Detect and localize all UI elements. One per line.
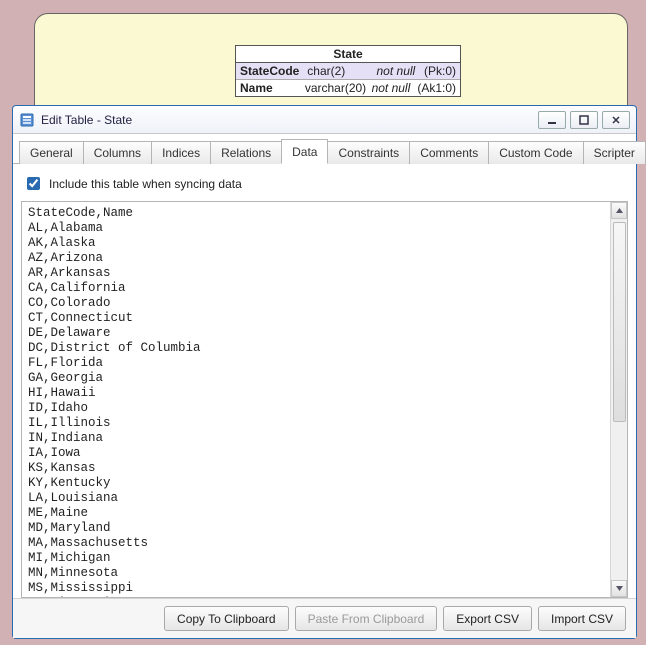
column-name: Name — [240, 81, 305, 95]
close-button[interactable] — [602, 111, 630, 129]
edit-table-window: Edit Table - State GeneralColumnsIndices… — [12, 105, 637, 639]
tab-comments[interactable]: Comments — [409, 141, 489, 164]
column-key: (Ak1:0) — [417, 81, 456, 95]
tab-columns[interactable]: Columns — [83, 141, 152, 164]
scroll-down-button[interactable] — [611, 580, 627, 597]
scroll-up-button[interactable] — [611, 202, 627, 219]
data-textarea[interactable]: StateCode,Name AL,Alabama AK,Alaska AZ,A… — [22, 202, 610, 597]
column-key: (Pk:0) — [424, 64, 456, 78]
minimize-button[interactable] — [538, 111, 566, 129]
include-sync-label: Include this table when syncing data — [49, 177, 242, 191]
tab-data[interactable]: Data — [281, 139, 328, 164]
tab-custom-code[interactable]: Custom Code — [488, 141, 583, 164]
titlebar[interactable]: Edit Table - State — [13, 106, 636, 134]
table-definition-card[interactable]: State StateCodechar(2)not null(Pk:0)Name… — [235, 45, 461, 97]
data-pane: Include this table when syncing data Sta… — [13, 164, 636, 598]
column-null: not null — [372, 81, 418, 95]
tabstrip: GeneralColumnsIndicesRelationsDataConstr… — [13, 134, 636, 164]
tab-general[interactable]: General — [19, 141, 84, 164]
include-sync-checkbox[interactable] — [27, 177, 40, 190]
copy-to-clipboard-button[interactable]: Copy To Clipboard — [164, 606, 289, 631]
maximize-button[interactable] — [570, 111, 598, 129]
app-icon — [19, 112, 35, 128]
import-csv-button[interactable]: Import CSV — [538, 606, 626, 631]
button-bar: Copy To Clipboard Paste From Clipboard E… — [13, 598, 636, 638]
table-definition-row[interactable]: Namevarchar(20)not null(Ak1:0) — [236, 80, 460, 96]
data-textbox: StateCode,Name AL,Alabama AK,Alaska AZ,A… — [21, 201, 628, 598]
table-definition-row[interactable]: StateCodechar(2)not null(Pk:0) — [236, 63, 460, 80]
column-type: varchar(20) — [305, 81, 372, 95]
tab-scripter[interactable]: Scripter — [583, 141, 646, 164]
include-sync-checkbox-row[interactable]: Include this table when syncing data — [21, 172, 628, 201]
paste-from-clipboard-button[interactable]: Paste From Clipboard — [295, 606, 438, 631]
export-csv-button[interactable]: Export CSV — [443, 606, 532, 631]
tab-constraints[interactable]: Constraints — [327, 141, 410, 164]
vertical-scrollbar[interactable] — [610, 202, 627, 597]
tab-relations[interactable]: Relations — [210, 141, 282, 164]
scroll-thumb[interactable] — [613, 222, 626, 422]
column-name: StateCode — [240, 64, 307, 78]
table-definition-title: State — [236, 46, 460, 63]
tab-indices[interactable]: Indices — [151, 141, 211, 164]
window-title: Edit Table - State — [41, 113, 538, 127]
column-type: char(2) — [307, 64, 376, 78]
column-null: not null — [377, 64, 424, 78]
